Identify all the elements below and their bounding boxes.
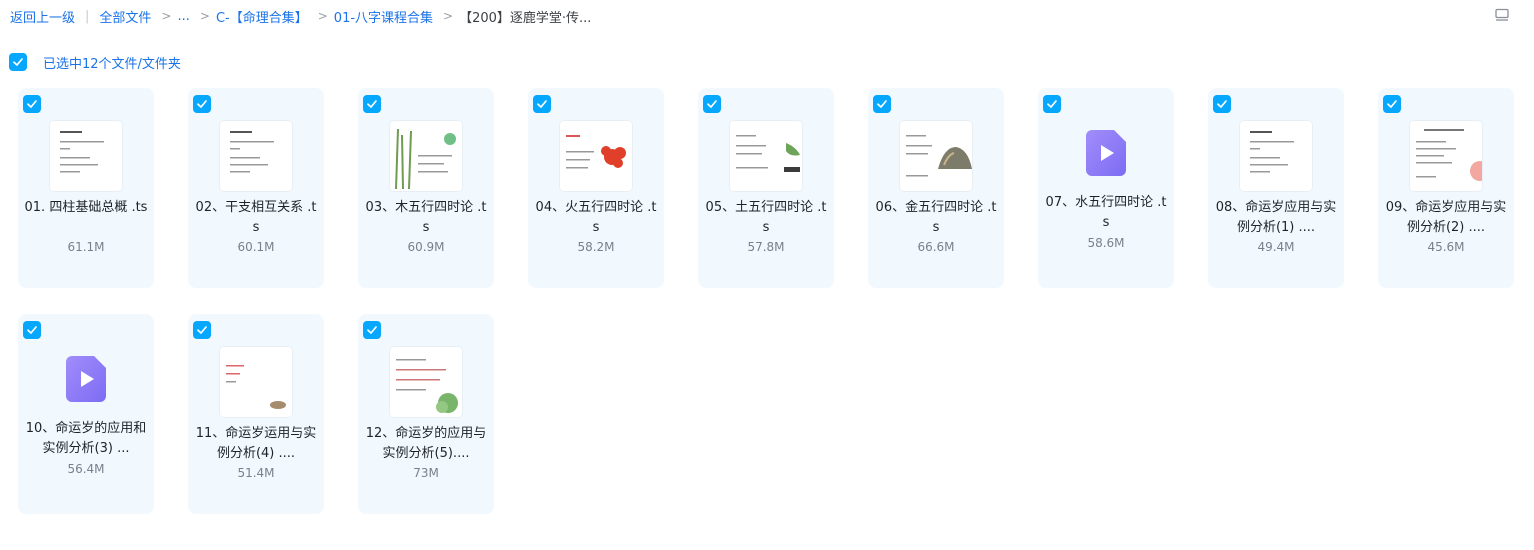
- checkmark-icon: [877, 100, 887, 108]
- breadcrumb-ellipsis[interactable]: ...: [177, 9, 189, 24]
- file-grid: 01. 四柱基础总概 .ts 61.1M 02、干支相互关系 .ts 60.1M 03、…: [18, 88, 1528, 514]
- file-checkbox[interactable]: [193, 95, 211, 113]
- file-card[interactable]: 01. 四柱基础总概 .ts 61.1M: [18, 88, 154, 288]
- breadcrumb-all-files[interactable]: 全部文件: [99, 7, 151, 26]
- file-checkbox[interactable]: [363, 95, 381, 113]
- checkmark-icon: [1387, 100, 1397, 108]
- file-name[interactable]: 01. 四柱基础总概 .ts: [24, 198, 148, 218]
- file-size: 49.4M: [1257, 240, 1295, 254]
- file-size: 51.4M: [237, 466, 275, 480]
- checkmark-icon: [27, 326, 37, 334]
- file-card[interactable]: 06、金五行四时论 .ts 66.6M: [868, 88, 1004, 288]
- file-checkbox[interactable]: [23, 321, 41, 339]
- breadcrumb-divider: |: [85, 8, 90, 24]
- checkmark-icon: [367, 100, 377, 108]
- list-view-icon[interactable]: [1494, 7, 1510, 23]
- checkmark-icon: [197, 100, 207, 108]
- file-thumbnail: [220, 121, 292, 191]
- breadcrumb-current: 【200】逐鹿学堂·传...: [459, 10, 592, 26]
- checkmark-icon: [367, 326, 377, 334]
- file-name[interactable]: 04、火五行四时论 .ts: [534, 198, 658, 238]
- file-thumbnail: [390, 347, 462, 417]
- file-card[interactable]: 10、命运岁的应用和实例分析(3) ... 56.4M: [18, 314, 154, 514]
- video-icon: [1086, 130, 1126, 176]
- selection-count: 已选中12个文件/文件夹: [43, 56, 181, 72]
- breadcrumb-bazi-collection[interactable]: 01-八字课程合集: [334, 7, 433, 26]
- file-thumbnail: [1410, 121, 1482, 191]
- checkmark-icon: [13, 58, 23, 66]
- file-checkbox[interactable]: [23, 95, 41, 113]
- file-size: 66.6M: [917, 240, 955, 254]
- file-size: 56.4M: [67, 462, 105, 476]
- file-name[interactable]: 12、命运岁的应用与实例分析(5)....: [364, 424, 488, 464]
- file-card[interactable]: 08、命运岁应用与实例分析(1) .... 49.4M: [1208, 88, 1344, 288]
- file-card[interactable]: 12、命运岁的应用与实例分析(5).... 73M: [358, 314, 494, 514]
- file-checkbox[interactable]: [193, 321, 211, 339]
- file-name[interactable]: 03、木五行四时论 .ts: [364, 198, 488, 238]
- file-name[interactable]: 02、干支相互关系 .ts: [194, 198, 318, 238]
- file-checkbox[interactable]: [363, 321, 381, 339]
- video-icon: [66, 356, 106, 402]
- chevron-right-icon: >: [443, 9, 454, 23]
- file-name[interactable]: 09、命运岁应用与实例分析(2) ....: [1384, 198, 1508, 238]
- checkmark-icon: [1047, 100, 1057, 108]
- file-name[interactable]: 08、命运岁应用与实例分析(1) ....: [1214, 198, 1338, 238]
- file-thumbnail: [900, 121, 972, 191]
- file-size: 60.9M: [407, 240, 445, 254]
- selection-bar: 已选中12个文件/文件夹: [9, 53, 181, 72]
- file-checkbox[interactable]: [1043, 95, 1061, 113]
- file-card[interactable]: 05、土五行四时论 .ts 57.8M: [698, 88, 834, 288]
- file-checkbox[interactable]: [533, 95, 551, 113]
- file-checkbox[interactable]: [1213, 95, 1231, 113]
- back-link[interactable]: 返回上一级: [10, 7, 75, 26]
- file-size: 73M: [413, 466, 439, 480]
- breadcrumb: 返回上一级 | 全部文件 > ... > C-【命理合集】 > 01-八字课程合…: [10, 6, 591, 26]
- file-checkbox[interactable]: [703, 95, 721, 113]
- file-thumbnail: [560, 121, 632, 191]
- file-name[interactable]: 11、命运岁运用与实例分析(4) ....: [194, 424, 318, 464]
- file-name[interactable]: 06、金五行四时论 .ts: [874, 198, 998, 238]
- file-card[interactable]: 03、木五行四时论 .ts 60.9M: [358, 88, 494, 288]
- file-card[interactable]: 11、命运岁运用与实例分析(4) .... 51.4M: [188, 314, 324, 514]
- file-thumbnail: [1240, 121, 1312, 191]
- file-name[interactable]: 07、水五行四时论 .ts: [1044, 193, 1168, 233]
- checkmark-icon: [197, 326, 207, 334]
- video-file-icon: [1086, 130, 1126, 176]
- file-size: 58.2M: [577, 240, 615, 254]
- file-card[interactable]: 09、命运岁应用与实例分析(2) .... 45.6M: [1378, 88, 1514, 288]
- breadcrumb-c-collection[interactable]: C-【命理合集】: [216, 7, 308, 26]
- checkmark-icon: [27, 100, 37, 108]
- checkmark-icon: [707, 100, 717, 108]
- file-thumbnail: [730, 121, 802, 191]
- select-all-checkbox[interactable]: [9, 53, 27, 71]
- file-size: 58.6M: [1087, 236, 1125, 250]
- file-checkbox[interactable]: [1383, 95, 1401, 113]
- video-file-icon: [66, 356, 106, 402]
- file-thumbnail: [390, 121, 462, 191]
- chevron-right-icon: >: [161, 9, 172, 23]
- file-thumbnail: [50, 121, 122, 191]
- chevron-right-icon: >: [317, 9, 328, 23]
- file-size: 60.1M: [237, 240, 275, 254]
- file-size: 61.1M: [67, 240, 105, 254]
- file-name[interactable]: 10、命运岁的应用和实例分析(3) ...: [24, 419, 148, 459]
- checkmark-icon: [537, 100, 547, 108]
- file-card[interactable]: 07、水五行四时论 .ts 58.6M: [1038, 88, 1174, 288]
- checkmark-icon: [1217, 100, 1227, 108]
- chevron-right-icon: >: [199, 9, 210, 23]
- file-thumbnail: [220, 347, 292, 417]
- file-checkbox[interactable]: [873, 95, 891, 113]
- file-size: 45.6M: [1427, 240, 1465, 254]
- file-card[interactable]: 04、火五行四时论 .ts 58.2M: [528, 88, 664, 288]
- file-name[interactable]: 05、土五行四时论 .ts: [704, 198, 828, 238]
- file-card[interactable]: 02、干支相互关系 .ts 60.1M: [188, 88, 324, 288]
- file-size: 57.8M: [747, 240, 785, 254]
